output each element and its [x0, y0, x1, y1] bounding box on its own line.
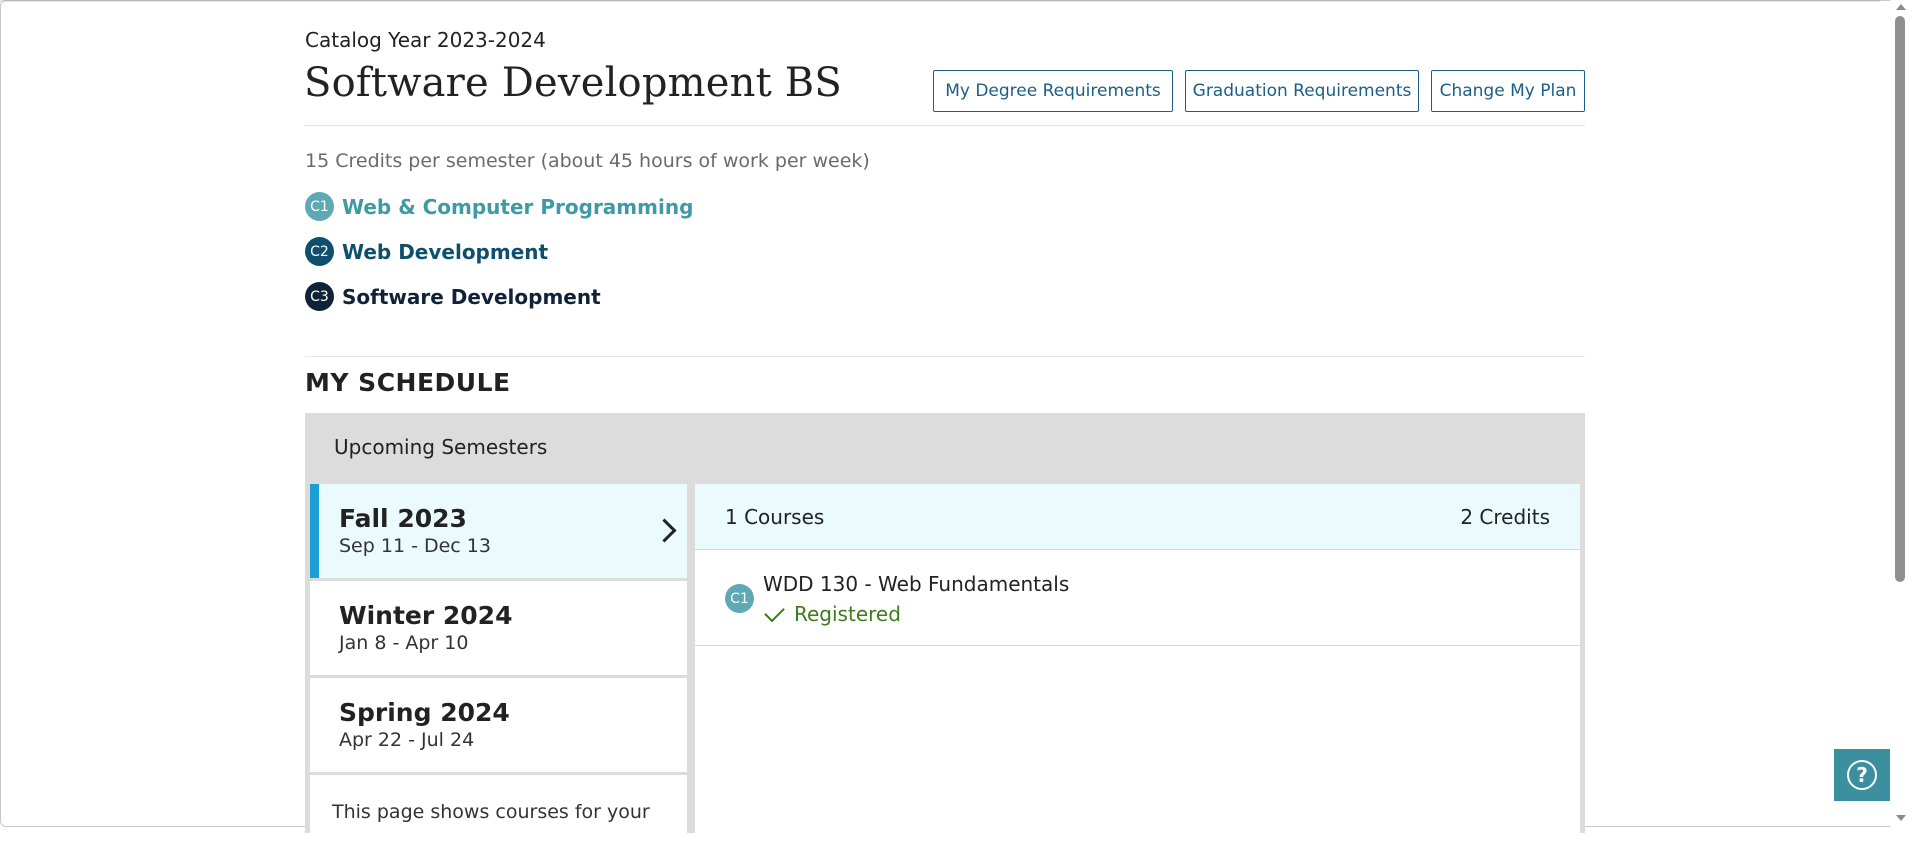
c1-badge-icon: C1 [725, 584, 754, 613]
scrollbar-thumb[interactable] [1895, 16, 1905, 582]
course-count: 1 Courses [725, 505, 825, 529]
certificate-name[interactable]: Software Development [342, 285, 601, 309]
schedule-panel: Upcoming Semesters Fall 2023 Sep 11 - De… [305, 413, 1585, 844]
catalog-year: Catalog Year 2023-2024 [305, 28, 546, 52]
semester-detail-panel: 1 Courses 2 Credits C1 WDD 130 - Web Fun… [695, 484, 1580, 844]
schedule-note: This page shows courses for your [310, 775, 687, 835]
course-status: Registered [763, 601, 901, 626]
upcoming-semesters-heading: Upcoming Semesters [334, 435, 548, 459]
semester-item-fall-2023[interactable]: Fall 2023 Sep 11 - Dec 13 [310, 484, 687, 578]
cut-off-heading-edge [0, 0, 1880, 2]
c3-badge-icon: C3 [305, 282, 334, 311]
semester-name: Winter 2024 [339, 601, 513, 630]
certificate-link-c1[interactable]: C1 Web & Computer Programming [305, 192, 693, 221]
graduation-requirements-button[interactable]: Graduation Requirements [1185, 70, 1419, 112]
question-circle-icon: ? [1847, 760, 1877, 790]
course-item[interactable]: C1 WDD 130 - Web Fundamentals Registered [695, 550, 1580, 646]
semester-item-winter-2024[interactable]: Winter 2024 Jan 8 - Apr 10 [310, 581, 687, 675]
selected-indicator [310, 484, 319, 578]
section-divider [305, 356, 1585, 357]
credits-per-semester-note: 15 Credits per semester (about 45 hours … [305, 150, 870, 172]
semester-name: Fall 2023 [339, 504, 467, 533]
semester-item-spring-2024[interactable]: Spring 2024 Apr 22 - Jul 24 [310, 678, 687, 772]
semester-dates: Sep 11 - Dec 13 [339, 535, 491, 557]
help-button[interactable]: ? [1834, 749, 1890, 801]
certificate-name[interactable]: Web & Computer Programming [342, 195, 693, 219]
semester-name: Spring 2024 [339, 698, 510, 727]
c1-badge-icon: C1 [305, 192, 334, 221]
course-status-text: Registered [794, 602, 901, 626]
header-divider [305, 125, 1585, 126]
change-my-plan-button[interactable]: Change My Plan [1431, 70, 1585, 112]
scroll-up-arrow-icon[interactable] [1896, 4, 1906, 10]
schedule-note-text: This page shows courses for your [332, 801, 650, 823]
credit-count: 2 Credits [1460, 505, 1550, 529]
c2-badge-icon: C2 [305, 237, 334, 266]
semester-dates: Apr 22 - Jul 24 [339, 729, 475, 751]
vertical-scrollbar[interactable] [1890, 0, 1912, 827]
my-degree-requirements-button[interactable]: My Degree Requirements [933, 70, 1173, 112]
semester-dates: Jan 8 - Apr 10 [339, 632, 469, 654]
certificate-name[interactable]: Web Development [342, 240, 548, 264]
checkmark-icon [764, 601, 785, 623]
certificate-link-c2[interactable]: C2 Web Development [305, 237, 548, 266]
chevron-right-icon [652, 518, 677, 543]
course-title: WDD 130 - Web Fundamentals [763, 572, 1070, 596]
certificate-link-c3[interactable]: C3 Software Development [305, 282, 601, 311]
scroll-down-arrow-icon[interactable] [1896, 815, 1906, 821]
semester-summary-bar: 1 Courses 2 Credits [695, 484, 1580, 550]
program-title: Software Development BS [304, 60, 842, 106]
my-schedule-heading: MY SCHEDULE [305, 368, 511, 397]
